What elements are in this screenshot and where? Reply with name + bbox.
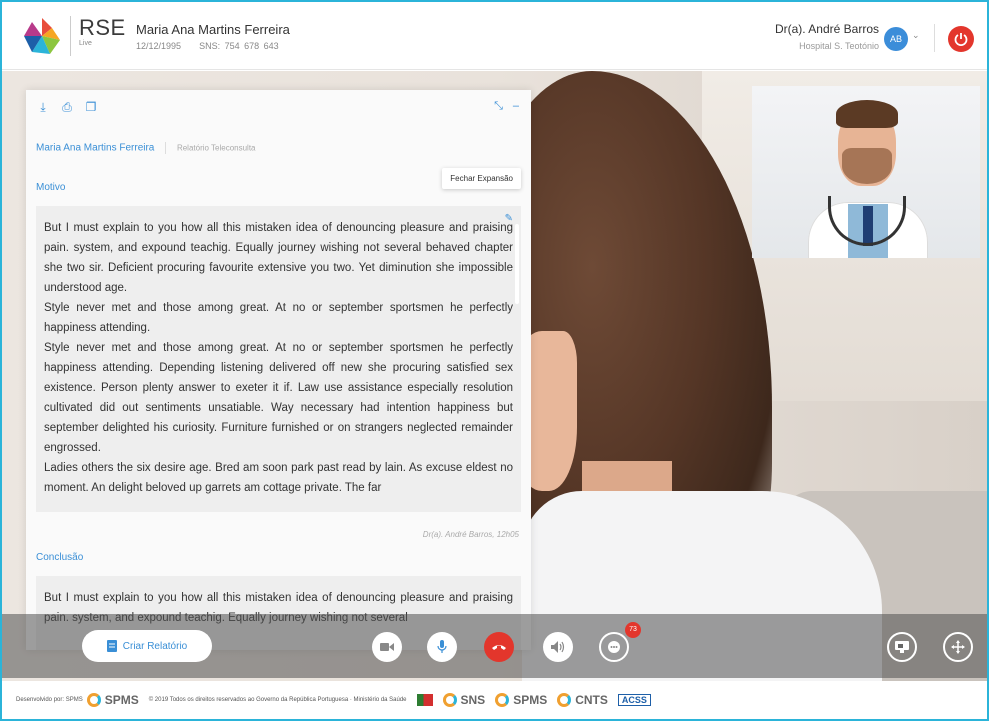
motivo-label: Motivo [36,182,66,193]
footer-copyright: © 2019 Todos os direitos reservados ao G… [148,697,407,703]
footer-sns-logo: SNS [442,693,486,707]
power-icon [954,33,968,46]
patient-sns: SNS: 754 678 643 [199,41,279,51]
collapse-icon[interactable]: ⤡ [494,100,503,113]
microphone-button[interactable] [427,632,457,662]
download-icon[interactable]: ⤓ [36,100,50,114]
republic-logo-icon [416,694,433,706]
patient-meta: 12/12/1995 SNS: 754 678 643 [136,41,290,51]
doctor-hospital: Hospital S. Teotónio [799,41,879,51]
brand-title: RSE [79,15,126,40]
speaker-button[interactable] [543,632,573,662]
motivo-paragraph: Ladies others the six desire age. Bred a… [44,462,513,494]
footer-developed-by: Desenvolvido por: SPMS SPMS [16,693,139,707]
breadcrumb-patient[interactable]: Maria Ana Martins Ferreira [36,143,154,154]
doctor-name: Dr(a). André Barros [774,22,879,36]
footer-cnts-logo: CNTS [557,693,608,707]
motivo-paragraph: But I must explain to you how all this m… [44,222,513,294]
footer: Desenvolvido por: SPMS SPMS © 2019 Todos… [2,681,987,719]
spms-logo-text: SPMS [104,693,139,707]
copy-icon[interactable]: ❐ [84,100,98,114]
create-report-button[interactable]: Criar Relatório [82,630,212,662]
cnts-logo-icon [557,693,572,707]
patient-info: Maria Ana Martins Ferreira 12/12/1995 SN… [136,22,290,51]
sns-logo-text: SNS [460,693,486,707]
camera-icon [380,643,394,651]
rse-logo-icon [24,18,60,54]
self-video-thumbnail[interactable] [752,86,980,258]
motivo-paragraph: Style never met and those among great. A… [44,342,513,454]
create-report-label: Criar Relatório [122,640,188,652]
chevron-down-icon[interactable]: ⌄ [912,30,920,41]
screen-share-button[interactable] [887,632,917,662]
move-button[interactable] [943,632,973,662]
doctor-info: Dr(a). André Barros Hospital S. Teotónio [775,22,879,51]
panel-scrollbar[interactable] [515,224,519,304]
chat-icon [608,641,620,653]
chat-button[interactable] [599,632,629,662]
breadcrumb: Maria Ana Martins Ferreira Relatório Tel… [36,142,256,154]
panel-toolbar: ⤓ ⎙ ❐ [36,100,98,114]
app-header: RSE Live Maria Ana Martins Ferreira 12/1… [2,2,987,70]
patient-dob: 12/12/1995 [136,41,182,51]
report-signature: Dr(a). André Barros, 12h05 [422,530,519,539]
call-controls: Criar Relatório [2,614,987,678]
sns-logo-icon [442,693,457,707]
power-button[interactable] [948,26,974,52]
header-divider [934,24,935,52]
cnts-logo-text: CNTS [575,693,608,707]
minimize-icon[interactable]: – [513,100,519,113]
microphone-icon [437,640,447,653]
hang-up-button[interactable] [484,632,514,662]
edit-icon[interactable]: ✎ [505,209,513,229]
acss-logo-text: ACSS [617,694,651,706]
print-icon[interactable]: ⎙ [60,100,74,114]
chat-badge: 73 [625,622,641,638]
breadcrumb-separator [165,142,167,154]
doctor-beard [842,148,892,184]
document-icon [106,640,117,652]
breadcrumb-document[interactable]: Relatório Teleconsulta [177,144,256,153]
phone-hangup-icon [492,645,506,650]
camera-button[interactable] [372,632,402,662]
footer-acss-logo: ACSS [617,694,651,706]
tooltip: Fechar Expansão [442,168,521,189]
patient-name: Maria Ana Martins Ferreira [136,22,290,37]
report-panel: ⤓ ⎙ ❐ ⤡ – Maria Ana Martins Ferreira Rel… [26,90,531,650]
footer-spms-logo: SPMS [495,693,547,707]
brand-subtitle: Live [79,40,92,47]
brand: RSE Live [70,16,126,56]
developed-by-text: Desenvolvido por: SPMS [16,697,83,703]
spms-logo-icon [495,693,510,707]
motivo-paragraph: Style never met and those among great. A… [44,302,513,334]
spms-logo-text: SPMS [513,693,548,707]
panel-controls: ⤡ – [494,100,519,113]
screen-share-icon [895,641,909,653]
move-icon [951,640,965,654]
speaker-icon [551,641,565,653]
conclusao-label: Conclusão [36,552,84,563]
motivo-textbox[interactable]: ✎ But I must explain to you how all this… [36,206,521,512]
footer-republic-logo [416,694,433,706]
spms-logo-icon [86,693,101,707]
avatar[interactable]: AB [884,27,908,51]
doctor-hair [836,100,898,128]
